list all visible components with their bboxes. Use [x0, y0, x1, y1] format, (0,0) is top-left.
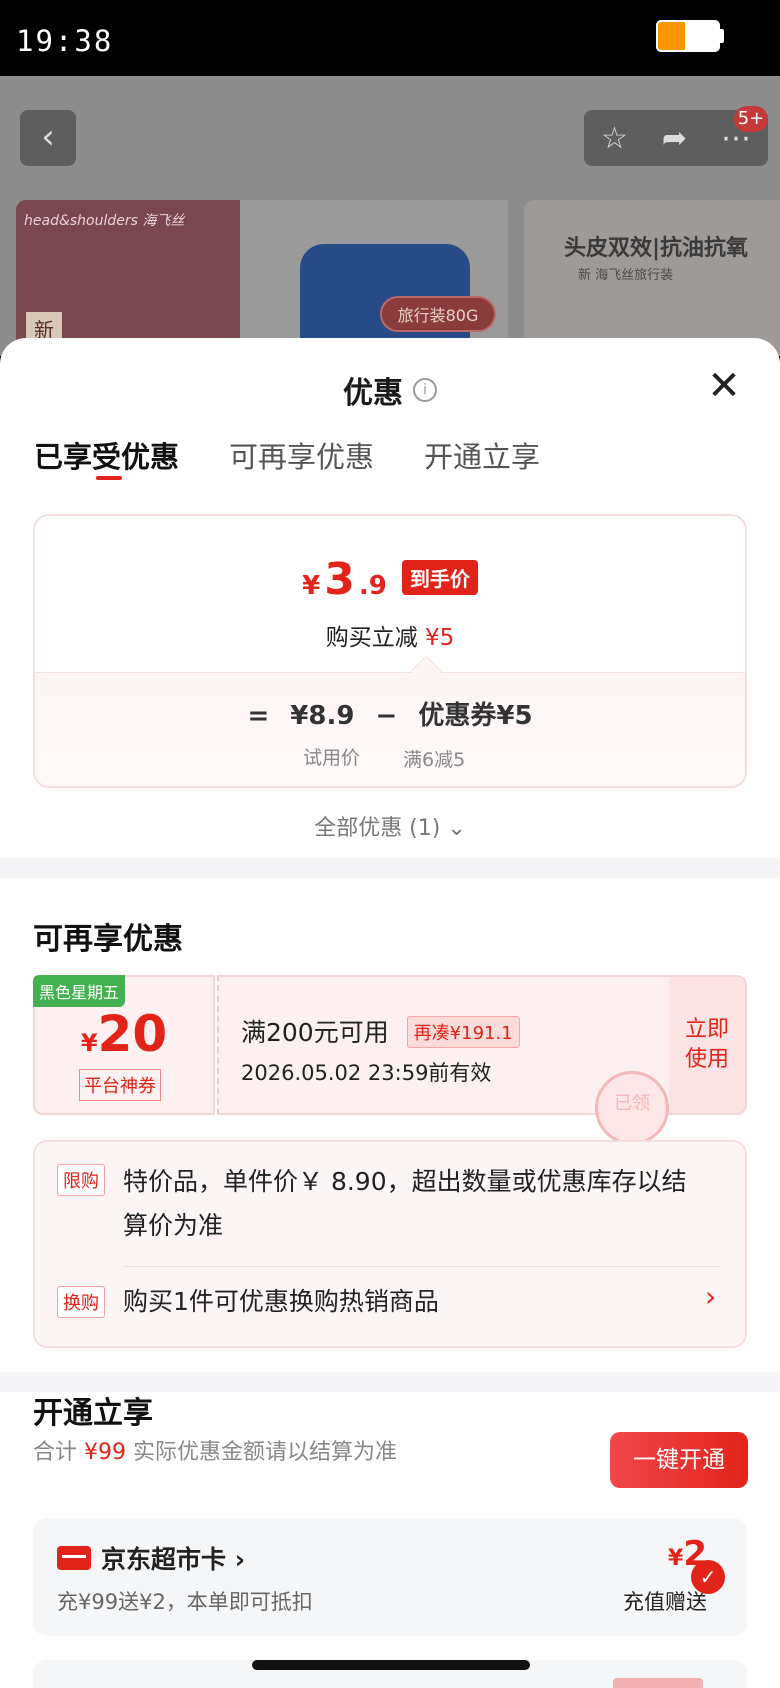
- coupon-type: 平台神券: [79, 1069, 161, 1101]
- all-offers-label: 全部优惠 (1): [314, 816, 441, 841]
- product-image-2[interactable]: 旅行装80G: [240, 200, 508, 356]
- price-decimal: .9: [358, 571, 387, 601]
- price-top: ¥ 3 .9 到手价 购买立减 ¥5: [35, 516, 745, 672]
- coupon-amount: ¥20: [35, 1005, 213, 1063]
- coupon-event-badge: 黑色星期五: [33, 975, 126, 1007]
- more-offers-title: 可再享优惠: [33, 922, 183, 957]
- coupon-rule-label: 满6减5: [403, 749, 466, 771]
- message-badge: 5+: [734, 106, 768, 132]
- price-card: ¥ 3 .9 到手价 购买立减 ¥5 = ¥8.9 − 优惠券¥5 试用价 满6…: [33, 514, 747, 788]
- tab-more-label: 可再享优惠: [229, 440, 375, 474]
- tab-more[interactable]: 可再享优惠: [229, 434, 374, 476]
- sheet-title: 优惠 i: [0, 368, 780, 412]
- instant-discount-value: ¥5: [425, 625, 455, 651]
- image3-sub: 新 海飞丝旅行装: [578, 268, 674, 283]
- coupon-value: 20: [97, 1005, 168, 1063]
- coupon-value-panel: 黑色星期五 ¥20 平台神券: [33, 975, 215, 1115]
- coupon-details: 满200元可用 再凑¥191.1 2026.05.02 23:59前有效 已领: [217, 975, 671, 1145]
- coupon-card: 黑色星期五 ¥20 平台神券 满200元可用 再凑¥191.1 2026.05.…: [33, 975, 747, 1145]
- image3-title: 头皮双效|抗油抗氧: [564, 236, 749, 261]
- offers-sheet: 优惠 i ✕ 已享受优惠 可再享优惠 开通立享 ¥ 3 .9 到手价 购买立减 …: [0, 338, 780, 1688]
- one-click-open-button[interactable]: 一键开通: [610, 1432, 748, 1488]
- peek-amount: [613, 1678, 703, 1688]
- status-time: 19:38: [16, 24, 114, 58]
- product-image-1[interactable]: head&shoulders 海飞丝 新: [16, 200, 240, 356]
- price-formula: = ¥8.9 − 优惠券¥5 试用价 满6减5: [35, 672, 745, 786]
- total-amount: ¥99: [84, 1440, 127, 1465]
- chevron-right-icon[interactable]: ›: [705, 1280, 716, 1313]
- original-price-label: 试用价: [303, 747, 361, 769]
- use-now-button[interactable]: 立即使用: [669, 975, 747, 1115]
- close-icon[interactable]: ✕: [704, 366, 744, 408]
- instant-discount-label: 购买立减: [325, 625, 418, 651]
- formula-line: = ¥8.9 − 优惠券¥5: [35, 695, 745, 732]
- formula-coupon: 优惠券¥5: [418, 701, 533, 731]
- star-icon[interactable]: ☆: [601, 121, 628, 156]
- share-icon[interactable]: ➦: [662, 121, 687, 156]
- price-integer: 3: [324, 554, 355, 605]
- back-icon[interactable]: ‹: [20, 110, 76, 166]
- active-tab-indicator: [96, 476, 122, 480]
- swap-offer-text[interactable]: 购买1件可优惠换购热销商品: [123, 1282, 439, 1318]
- coupon-symbol: ¥: [80, 1029, 98, 1057]
- supermarket-card[interactable]: 京东超市卡 › 充¥99送¥2，本单即可抵扣 ¥2 充值赠送 ✓: [33, 1518, 747, 1636]
- total-prefix: 合计: [33, 1440, 78, 1465]
- supermarket-card-name[interactable]: 京东超市卡 ›: [101, 1540, 245, 1576]
- chevron-down-icon: ⌄: [447, 816, 466, 841]
- purchase-rules-box: 限购 特价品，单件价￥ 8.90，超出数量或优惠库存以结算价为准 换购 购买1件…: [33, 1140, 747, 1348]
- status-bar: 19:38: [0, 0, 780, 76]
- bonus-amount: ¥2: [593, 1534, 707, 1574]
- battery-tip: [720, 29, 724, 43]
- open-section-title: 开通立享: [33, 1396, 153, 1431]
- checkmark-icon[interactable]: ✓: [691, 1560, 725, 1594]
- tab-enjoyed[interactable]: 已享受优惠: [34, 434, 180, 480]
- supermarket-card-desc: 充¥99送¥2，本单即可抵扣: [57, 1590, 313, 1614]
- price-symbol: ¥: [302, 571, 321, 601]
- formula-minus: −: [375, 701, 398, 731]
- section-divider: [0, 858, 780, 878]
- total-note: 实际优惠金额请以结算为准: [133, 1440, 398, 1465]
- credit-card-icon: [57, 1546, 91, 1570]
- tab-open[interactable]: 开通立享: [424, 434, 540, 476]
- limit-text: 特价品，单件价￥ 8.90，超出数量或优惠库存以结算价为准: [123, 1167, 687, 1240]
- home-indicator: [252, 1660, 530, 1670]
- background-product-page: ‹ ☆ ➦ ⋯ 5+ head&shoulders 海飞丝 新 旅行装80G 头…: [0, 76, 780, 356]
- battery-level: [658, 22, 685, 50]
- formula-original: ¥8.9: [290, 701, 355, 731]
- rules-separator: [123, 1266, 719, 1267]
- formula-equals: =: [247, 701, 270, 731]
- bonus-symbol: ¥: [668, 1546, 684, 1571]
- final-price-tag: 到手价: [401, 560, 478, 595]
- product-image-3[interactable]: 头皮双效|抗油抗氧 新 海飞丝旅行装: [524, 200, 780, 356]
- coupon-expiry: 2026.05.02 23:59前有效: [241, 1061, 492, 1085]
- tab-bar: 已享受优惠 可再享优惠 开通立享: [34, 434, 540, 480]
- open-section-summary: 合计 ¥99 实际优惠金额请以结算为准: [33, 1434, 397, 1466]
- instant-discount: 购买立减 ¥5: [35, 618, 745, 652]
- limit-tag: 限购: [57, 1164, 105, 1196]
- info-icon[interactable]: i: [413, 378, 437, 402]
- swap-tag: 换购: [57, 1286, 105, 1318]
- brand-logo: head&shoulders 海飞丝: [24, 213, 185, 229]
- tab-open-label: 开通立享: [424, 440, 541, 474]
- coupon-condition: 满200元可用 再凑¥191.1: [241, 1013, 520, 1050]
- travel-size-tag: 旅行装80G: [380, 296, 496, 332]
- claimed-stamp: 已领: [595, 1071, 669, 1145]
- coupon-gap-badge: 再凑¥191.1: [406, 1016, 520, 1048]
- final-price-row: ¥ 3 .9 到手价: [35, 554, 745, 605]
- tab-enjoyed-label: 已享受优惠: [34, 440, 180, 474]
- battery-icon: [656, 20, 720, 52]
- coupon-condition-text: 满200元可用: [241, 1018, 389, 1047]
- bonus-label: 充值赠送: [623, 1590, 707, 1614]
- sheet-title-text: 优惠: [343, 376, 403, 411]
- all-offers-toggle[interactable]: 全部优惠 (1) ⌄: [0, 810, 780, 842]
- final-price: ¥ 3 .9: [302, 554, 387, 605]
